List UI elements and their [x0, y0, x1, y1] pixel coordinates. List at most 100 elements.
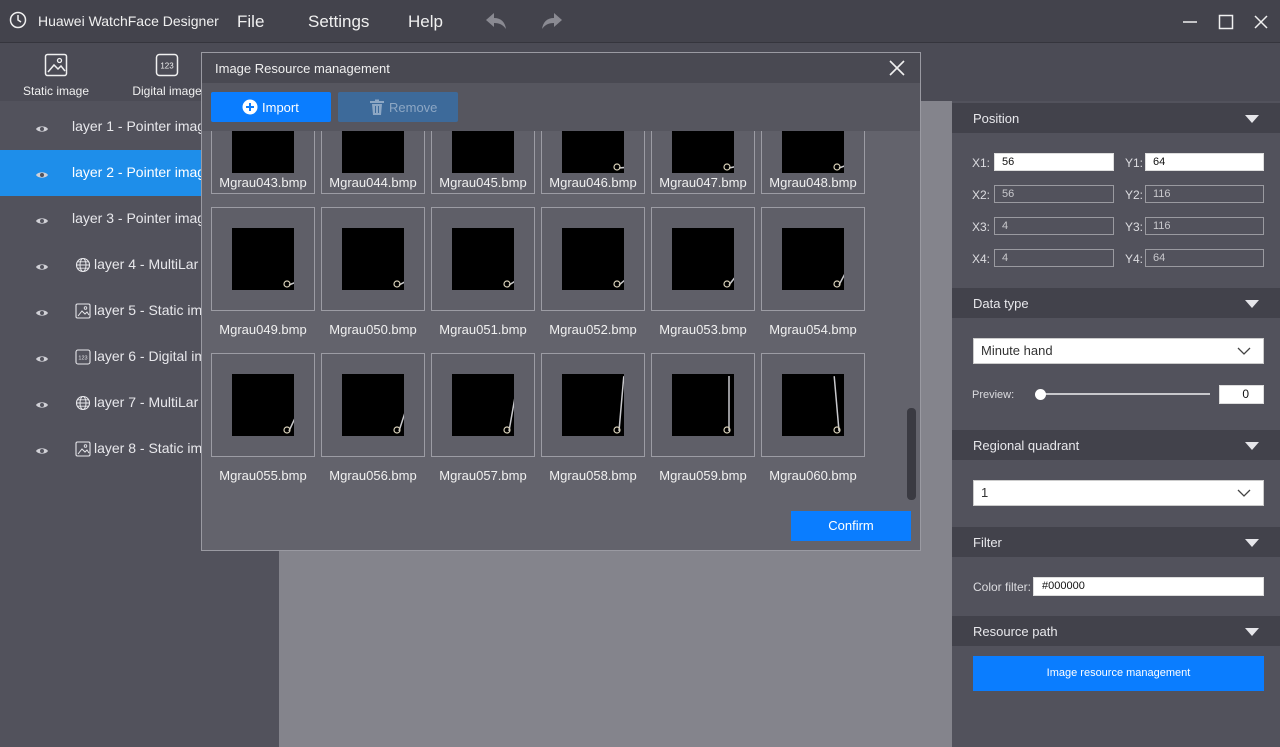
import-button[interactable]: Import [211, 92, 331, 122]
image-thumbnail[interactable] [761, 353, 865, 457]
layer-label: layer 1 - Pointer imag [72, 118, 206, 134]
image-filename: Mgrau043.bmp [219, 175, 307, 190]
resource-section-header[interactable]: Resource path [952, 616, 1280, 646]
filter-section-header[interactable]: Filter [952, 527, 1280, 557]
y4-input[interactable]: 64 [1145, 249, 1264, 267]
image-thumbnail[interactable] [541, 207, 645, 311]
digit-icon: 123 [155, 53, 179, 77]
image-filename: Mgrau048.bmp [769, 175, 857, 190]
image-preview [562, 131, 624, 173]
image-thumbnail[interactable] [431, 207, 535, 311]
preview-label: Preview: [972, 389, 1015, 401]
image-preview [562, 374, 624, 436]
eye-icon[interactable] [35, 121, 49, 137]
minimize-icon[interactable] [1180, 12, 1200, 32]
image-thumbnail[interactable] [211, 353, 315, 457]
image-resource-dialog: Image Resource management Import Remove … [201, 52, 921, 551]
menu-settings[interactable]: Settings [308, 12, 369, 32]
static-image-label: Static image [22, 84, 90, 98]
scrollbar-thumb[interactable] [907, 408, 916, 500]
layer-label: layer 4 - MultiLar [94, 256, 199, 272]
quadrant-value: 1 [981, 485, 989, 500]
image-filename: Mgrau045.bmp [439, 175, 527, 190]
maximize-icon[interactable] [1216, 12, 1236, 32]
eye-icon[interactable] [35, 351, 49, 367]
confirm-button[interactable]: Confirm [791, 511, 911, 541]
quadrant-select[interactable]: 1 [973, 480, 1264, 506]
image-resource-management-button[interactable]: Image resource management [973, 656, 1264, 691]
x4-input[interactable]: 4 [994, 249, 1114, 267]
image-grid: Mgrau043.bmp Mgrau044.bmp Mgrau045.bmp Mgra… [202, 131, 920, 506]
y1-label: Y1: [1125, 156, 1144, 170]
dialog-title: Image Resource management [215, 61, 390, 76]
image-preview [672, 228, 734, 290]
y1-input[interactable]: 64 [1145, 153, 1264, 171]
x2-label: X2: [972, 188, 991, 202]
layer-label: layer 8 - Static im [94, 440, 203, 456]
image-thumbnail[interactable] [761, 207, 865, 311]
image-filename: Mgrau047.bmp [659, 175, 747, 190]
eye-icon[interactable] [35, 397, 49, 413]
data-type-section-header[interactable]: Data type [952, 288, 1280, 318]
dialog-toolbar: Import Remove [202, 83, 920, 131]
layer-label: layer 3 - Pointer imag [72, 210, 206, 226]
data-type-select[interactable]: Minute hand [973, 338, 1264, 364]
remove-button[interactable]: Remove [338, 92, 458, 122]
title-bar: Huawei WatchFace Designer File Settings … [0, 0, 1280, 43]
eye-icon[interactable] [35, 305, 49, 321]
layer-label: layer 5 - Static im [94, 302, 203, 318]
import-label: Import [262, 100, 299, 115]
close-icon[interactable] [888, 59, 906, 77]
image-thumbnail[interactable] [651, 353, 755, 457]
preview-value-input[interactable]: 0 [1219, 385, 1264, 404]
static-image-tool[interactable]: Static image [11, 43, 101, 101]
chevron-down-icon [1237, 347, 1251, 355]
x4-label: X4: [972, 252, 991, 266]
digital-image-tool[interactable]: 123 Digital image [122, 43, 212, 101]
eye-icon[interactable] [35, 167, 49, 183]
x1-input[interactable]: 56 [994, 153, 1114, 171]
quadrant-title: Regional quadrant [973, 438, 1080, 453]
y2-input[interactable]: 116 [1145, 185, 1264, 203]
image-filename: Mgrau057.bmp [439, 468, 527, 483]
image-thumbnail[interactable] [431, 353, 535, 457]
remove-label: Remove [389, 100, 438, 115]
data-type-value: Minute hand [981, 343, 1053, 358]
quadrant-section-header[interactable]: Regional quadrant [952, 430, 1280, 460]
chevron-down-icon [1237, 489, 1251, 497]
image-thumbnail[interactable] [541, 353, 645, 457]
image-filename: Mgrau060.bmp [769, 468, 857, 483]
eye-icon[interactable] [35, 213, 49, 229]
eye-icon[interactable] [35, 259, 49, 275]
x2-input[interactable]: 56 [994, 185, 1114, 203]
color-filter-input[interactable]: #000000 [1033, 577, 1264, 596]
image-filename: Mgrau053.bmp [659, 322, 747, 337]
preview-slider-handle[interactable] [1035, 389, 1046, 400]
image-thumbnail[interactable] [321, 207, 425, 311]
x3-label: X3: [972, 220, 991, 234]
position-section-header[interactable]: Position [952, 103, 1280, 133]
image-preview [452, 374, 514, 436]
image-filename: Mgrau056.bmp [329, 468, 417, 483]
menu-file[interactable]: File [237, 12, 264, 32]
close-icon[interactable] [1251, 12, 1271, 32]
image-thumbnail[interactable] [321, 353, 425, 457]
undo-icon[interactable] [484, 10, 508, 32]
image-icon [44, 53, 68, 77]
color-filter-label: Color filter: [973, 580, 1032, 594]
y3-input[interactable]: 116 [1145, 217, 1264, 235]
menu-help[interactable]: Help [408, 12, 443, 32]
redo-icon[interactable] [540, 10, 564, 32]
image-filename: Mgrau050.bmp [329, 322, 417, 337]
image-filename: Mgrau054.bmp [769, 322, 857, 337]
preview-slider-track[interactable] [1040, 393, 1210, 395]
image-preview [342, 131, 404, 173]
image-preview [232, 374, 294, 436]
clock-icon [9, 11, 27, 29]
collapse-icon [1245, 300, 1259, 308]
image-thumbnail[interactable] [651, 207, 755, 311]
x3-input[interactable]: 4 [994, 217, 1114, 235]
eye-icon[interactable] [35, 443, 49, 459]
image-preview [672, 131, 734, 173]
image-thumbnail[interactable] [211, 207, 315, 311]
